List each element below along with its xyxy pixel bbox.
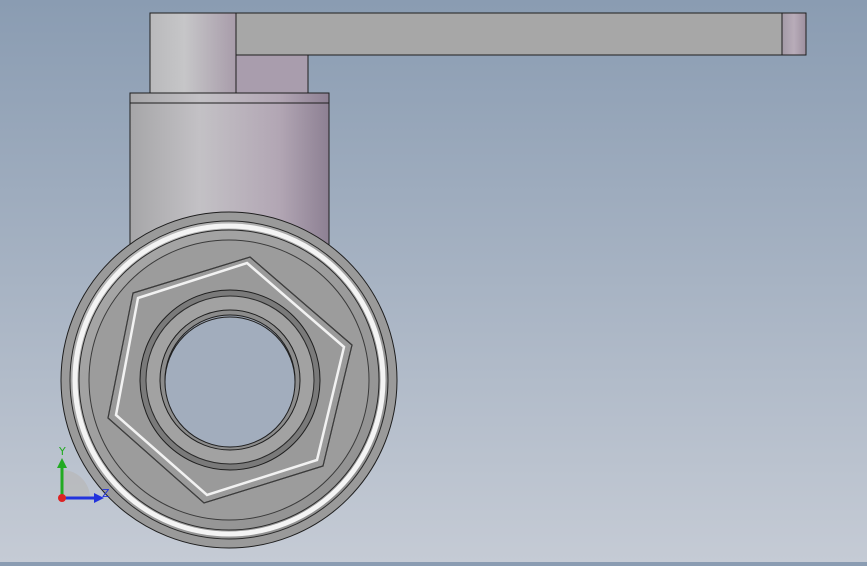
port-bore (164, 316, 296, 448)
y-axis-label: Y (58, 445, 66, 458)
valve-model[interactable]: Y Z (0, 0, 867, 562)
z-axis-label: Z (102, 487, 110, 500)
lever-handle[interactable] (149, 12, 807, 56)
cad-graphics-viewport[interactable]: Y Z (0, 0, 867, 562)
